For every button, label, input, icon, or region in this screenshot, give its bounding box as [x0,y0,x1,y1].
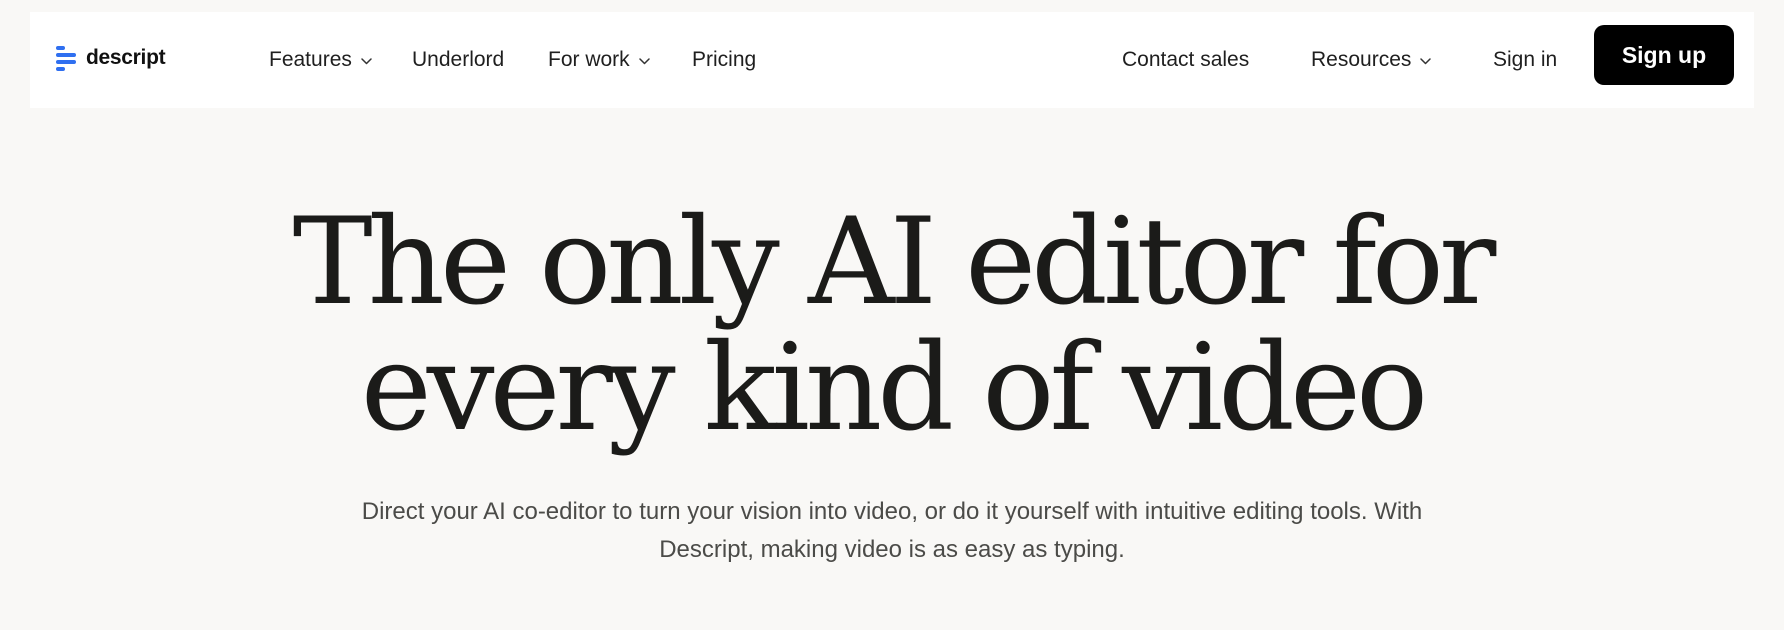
nav-resources-label: Resources [1311,48,1412,71]
chevron-down-icon [638,57,650,64]
page: descript Features Underlord For work Pri… [0,0,1784,630]
nav-pricing-label: Pricing [692,48,757,71]
logo-wordmark: descript [86,46,166,69]
nav-underlord[interactable]: Underlord [412,12,504,108]
chevron-down-icon [361,57,372,64]
top-nav: descript Features Underlord For work Pri… [30,12,1754,108]
hero-heading: The only AI editor for every kind of vid… [0,200,1784,452]
nav-for-work[interactable]: For work [548,12,650,108]
nav-underlord-label: Underlord [412,48,505,71]
sign-up-button[interactable]: Sign up [1594,25,1734,85]
logo-link[interactable]: descript [56,45,166,71]
hero-subtitle: Direct your AI co-editor to turn your vi… [0,493,1784,569]
nav-resources[interactable]: Resources [1311,12,1432,108]
nav-features[interactable]: Features [269,12,372,108]
hero-heading-line-2: every kind of video [360,319,1429,458]
hero-heading-line-1: The only AI editor for [292,193,1497,332]
nav-sign-in-label: Sign in [1493,48,1558,71]
nav-features-label: Features [269,48,352,71]
nav-sign-in[interactable]: Sign in [1493,12,1557,108]
chevron-down-icon [1420,57,1432,64]
descript-logo-icon [56,46,76,71]
hero-subtitle-line-2: Descript, making video is as easy as typ… [659,536,1125,563]
hero-subtitle-line-1: Direct your AI co-editor to turn your vi… [361,498,1423,525]
nav-contact-sales[interactable]: Contact sales [1122,12,1249,108]
nav-contact-sales-label: Contact sales [1122,48,1250,71]
nav-pricing[interactable]: Pricing [692,12,756,108]
nav-for-work-label: For work [548,48,630,71]
